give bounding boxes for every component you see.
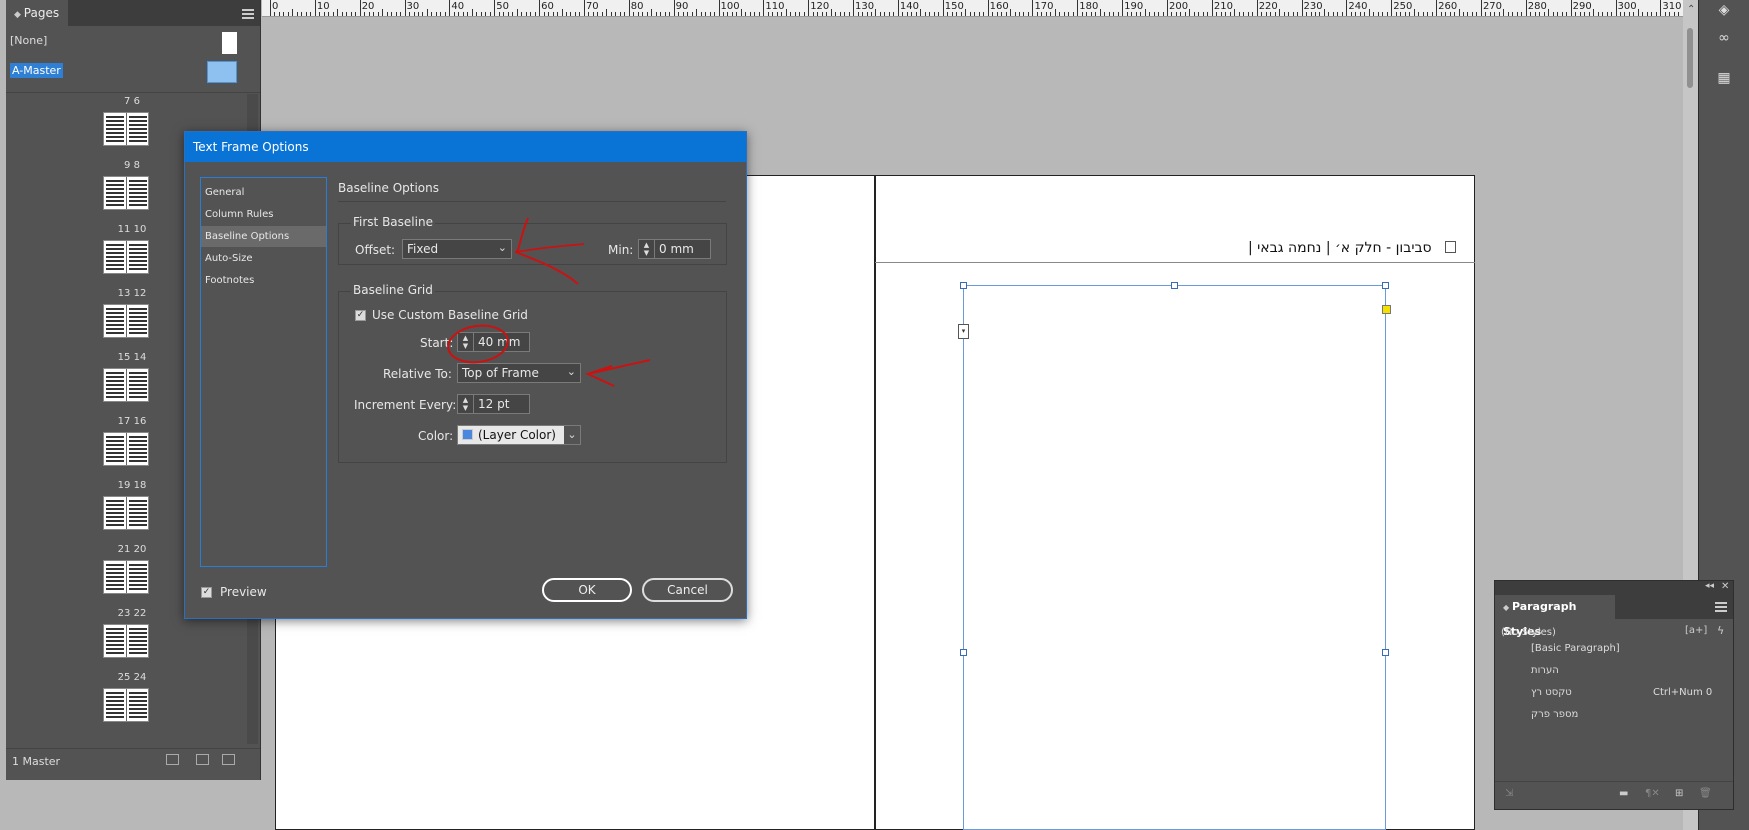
red-annotations	[447, 217, 651, 387]
start-circle-annotation	[447, 324, 509, 364]
relative-to-arrow-annotation	[584, 359, 651, 387]
offset-arrow-annotation-2	[515, 243, 585, 253]
